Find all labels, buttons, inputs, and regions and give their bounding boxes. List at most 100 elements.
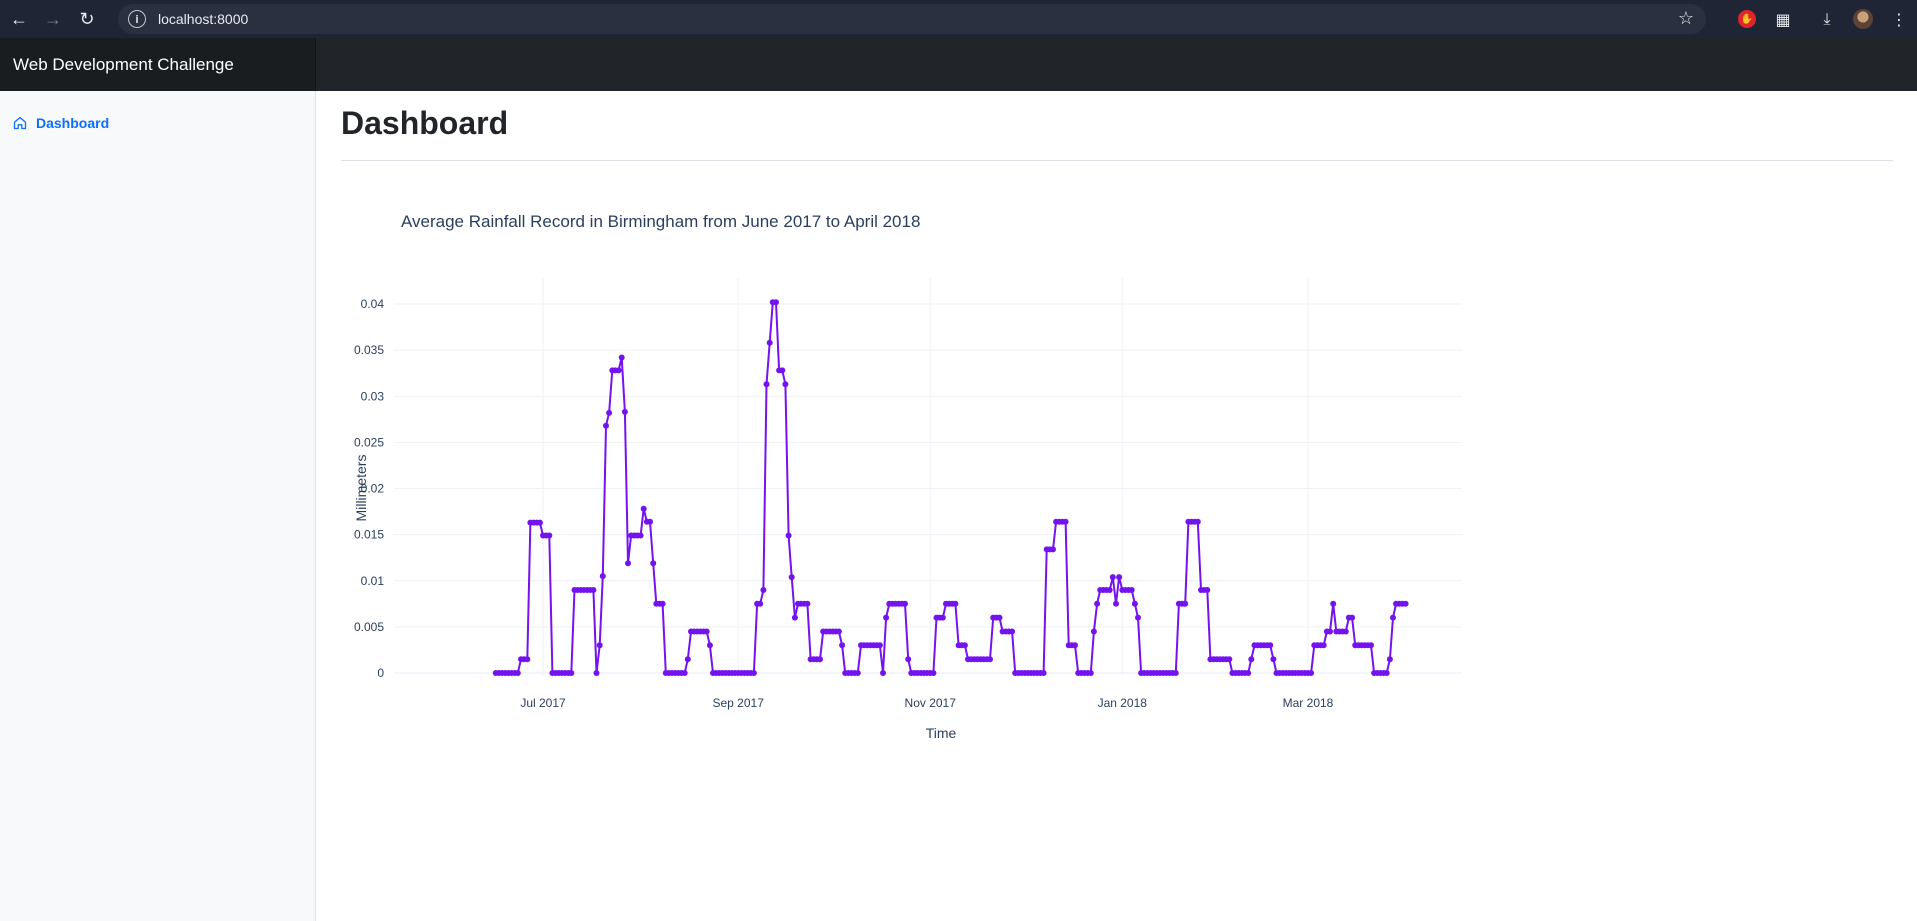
data-point[interactable] [1072,642,1078,649]
data-point[interactable] [773,299,779,306]
site-info-icon[interactable]: i [128,10,146,28]
data-point[interactable] [1330,600,1337,607]
back-icon[interactable]: ← [2,2,36,36]
data-point[interactable] [599,573,606,580]
data-point[interactable] [546,532,553,539]
data-point[interactable] [779,367,786,374]
download-icon[interactable]: ⤓ [1809,1,1845,37]
data-point[interactable] [681,670,688,676]
data-point[interactable] [987,656,993,663]
data-point[interactable] [1062,518,1069,525]
data-point[interactable] [568,670,575,676]
data-point[interactable] [1226,656,1233,663]
data-point[interactable] [1368,642,1374,649]
url-text[interactable]: localhost:8000 [158,11,248,27]
data-point[interactable] [782,381,789,388]
data-point[interactable] [1040,670,1047,676]
data-point[interactable] [621,408,628,415]
data-point[interactable] [1327,628,1333,635]
data-point[interactable] [952,600,959,607]
data-point[interactable] [804,600,811,607]
data-point[interactable] [659,600,666,607]
data-point[interactable] [1248,656,1255,663]
data-point[interactable] [930,670,937,676]
data-point[interactable] [760,587,767,593]
data-point[interactable] [1245,670,1252,676]
data-point[interactable] [817,656,823,663]
data-point[interactable] [593,670,600,676]
data-point[interactable] [835,628,842,635]
data-point[interactable] [637,532,644,539]
data-point[interactable] [750,670,757,676]
data-point[interactable] [1204,587,1211,593]
data-point[interactable] [854,670,861,676]
data-point[interactable] [1128,587,1135,593]
address-bar[interactable]: i localhost:8000 ☆ [118,4,1706,34]
data-point[interactable] [514,670,521,676]
data-point[interactable] [706,642,713,649]
data-point[interactable] [876,642,883,649]
data-point[interactable] [1113,600,1119,607]
data-point[interactable] [1131,600,1138,607]
data-point[interactable] [1194,518,1201,525]
data-point[interactable] [647,518,653,525]
data-point[interactable] [1106,587,1113,593]
data-point[interactable] [615,367,622,374]
data-point[interactable] [763,381,770,388]
data-point[interactable] [757,600,764,607]
data-point[interactable] [766,339,773,346]
rainfall-chart[interactable]: Average Rainfall Record in Birmingham fr… [341,91,1541,771]
data-point[interactable] [618,354,625,361]
data-point[interactable] [606,409,613,416]
data-point[interactable] [785,532,792,539]
data-point[interactable] [1109,574,1116,581]
data-point[interactable] [1135,614,1141,621]
data-point[interactable] [590,587,597,593]
data-point[interactable] [996,614,1003,621]
data-point[interactable] [603,422,609,429]
navbar-brand[interactable]: Web Development Challenge [0,38,316,91]
data-point[interactable] [880,670,886,676]
data-point[interactable] [1087,670,1094,676]
data-point[interactable] [524,656,531,663]
data-point[interactable] [1172,670,1179,676]
profile-avatar[interactable] [1845,1,1881,37]
forward-icon[interactable]: → [36,2,70,36]
data-point[interactable] [939,614,946,621]
data-point[interactable] [1267,642,1274,649]
data-point[interactable] [625,560,631,567]
data-point[interactable] [1308,670,1315,676]
bookmark-star-icon[interactable]: ☆ [1678,8,1694,29]
data-point[interactable] [1090,628,1097,635]
data-point[interactable] [788,574,795,581]
data-point[interactable] [684,656,691,663]
data-point[interactable] [839,642,846,649]
menu-kebab-icon[interactable]: ⋮ [1881,1,1917,37]
data-point[interactable] [1383,670,1390,676]
data-point[interactable] [1094,600,1101,607]
data-point[interactable] [1270,656,1277,663]
data-point[interactable] [536,519,543,526]
extensions-puzzle-icon[interactable]: ▦ [1765,1,1801,37]
reload-icon[interactable]: ↻ [70,2,104,36]
data-point[interactable] [1390,614,1396,621]
data-point[interactable] [1182,600,1189,607]
data-point[interactable] [703,628,710,635]
data-point[interactable] [640,505,647,512]
sidebar-item-dashboard[interactable]: Dashboard [12,115,109,131]
data-point[interactable] [650,560,657,567]
data-point[interactable] [883,614,890,621]
data-point[interactable] [1402,600,1409,607]
data-point[interactable] [905,656,912,663]
data-point[interactable] [961,642,968,649]
data-point[interactable] [791,614,798,621]
adblock-icon[interactable]: ✋ [1729,1,1765,37]
data-point[interactable] [1386,656,1393,663]
data-point[interactable] [1342,628,1349,635]
data-point[interactable] [1009,628,1016,635]
data-point[interactable] [1349,614,1356,621]
data-point[interactable] [596,642,603,649]
data-point[interactable] [1116,574,1123,581]
data-point[interactable] [902,600,908,607]
data-point[interactable] [1050,546,1056,553]
